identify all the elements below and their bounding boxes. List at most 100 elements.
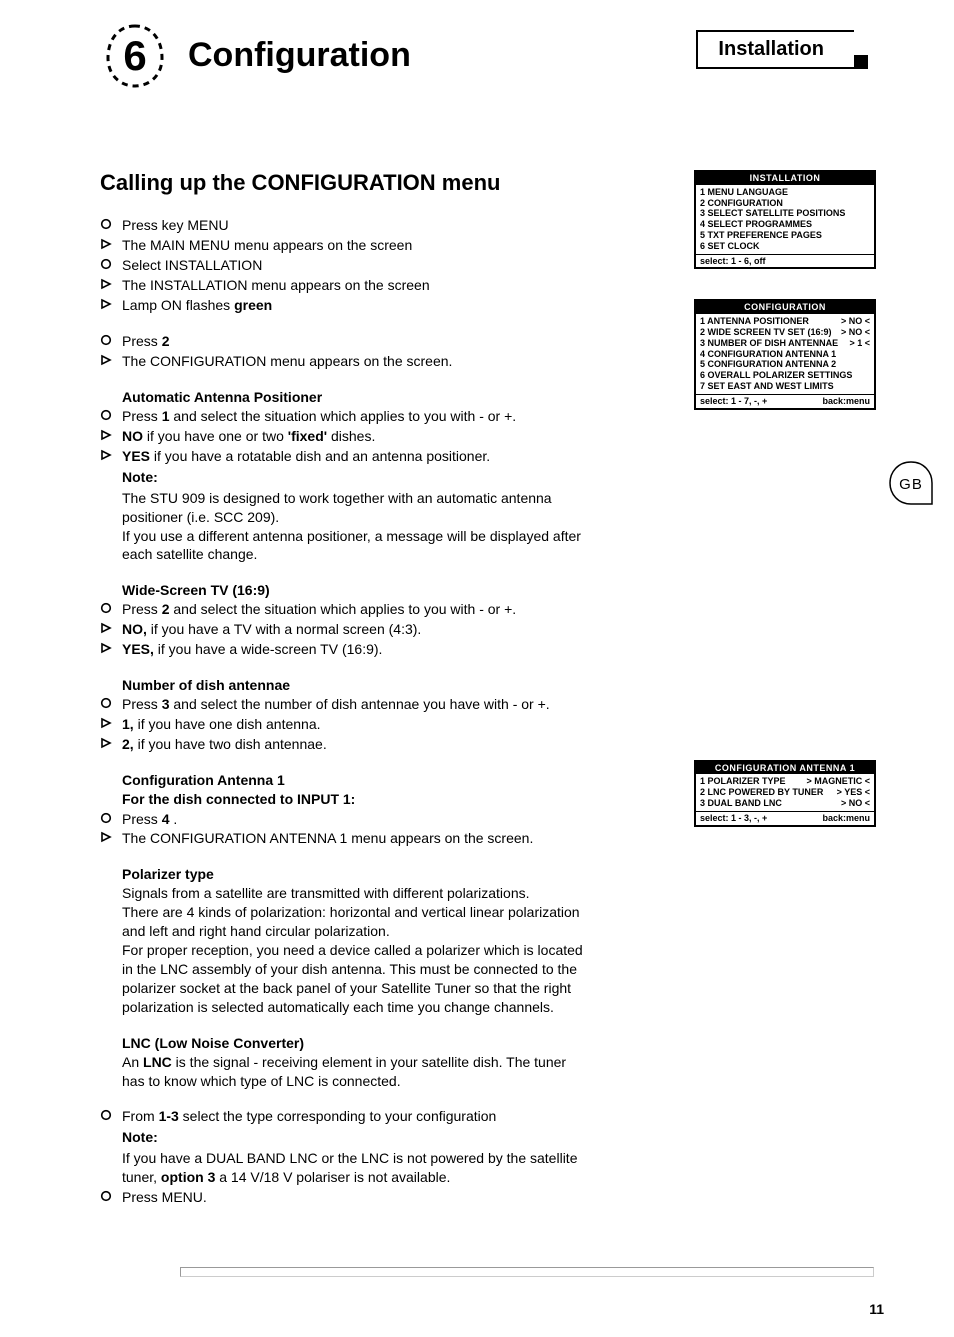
step-text: Lamp ON flashes green — [122, 296, 590, 315]
gb-icon: GB — [888, 460, 934, 506]
conf-ant1-sub: For the dish connected to INPUT 1: — [122, 790, 590, 809]
breadcrumb: Installation — [696, 30, 854, 69]
osd-row: 1 MENU LANGUAGE — [700, 187, 870, 198]
final-note-label: Note: — [122, 1128, 590, 1147]
steps-final: From 1-3 select the type corresponding t… — [100, 1107, 590, 1126]
triangle-icon — [100, 640, 122, 659]
step-line: The CONFIGURATION ANTENNA 1 menu appears… — [100, 829, 590, 848]
steps-auto-ant: Press 1 and select the situation which a… — [100, 407, 590, 466]
triangle-icon — [100, 296, 122, 315]
osd-title: INSTALLATION — [696, 172, 874, 185]
osd-row: 6 SET CLOCK — [700, 241, 870, 252]
step-line: From 1-3 select the type corresponding t… — [100, 1107, 590, 1126]
osd-row: 3 NUMBER OF DISH ANTENNAE> 1 < — [700, 338, 870, 349]
step-line: The INSTALLATION menu appears on the scr… — [100, 276, 590, 295]
step-line: Press key MENU — [100, 216, 590, 235]
note-body: The STU 909 is designed to work together… — [122, 489, 590, 565]
footer-rule — [180, 1267, 874, 1277]
circle-icon — [100, 332, 122, 351]
steps-intro: Press key MENUThe MAIN MENU menu appears… — [100, 216, 590, 314]
step-line: 2, if you have two dish antennae. — [100, 735, 590, 754]
steps-wide: Press 2 and select the situation which a… — [100, 600, 590, 659]
circle-icon — [100, 695, 122, 714]
step-line: Press 1 and select the situation which a… — [100, 407, 590, 426]
triangle-icon — [100, 447, 122, 466]
step-text: 1, if you have one dish antenna. — [122, 715, 590, 734]
circle-icon — [100, 1188, 122, 1207]
step-text: NO if you have one or two 'fixed' dishes… — [122, 427, 590, 446]
section-title: Calling up the CONFIGURATION menu — [100, 170, 590, 196]
step-line: Press 2 and select the situation which a… — [100, 600, 590, 619]
final-note-body: If you have a DUAL BAND LNC or the LNC i… — [122, 1149, 590, 1187]
step-line: 1, if you have one dish antenna. — [100, 715, 590, 734]
osd-row: 2 CONFIGURATION — [700, 198, 870, 209]
step-text: YES if you have a rotatable dish and an … — [122, 447, 590, 466]
step-line: Press 4 . — [100, 810, 590, 829]
chapter-title: Configuration — [188, 36, 411, 75]
subheading-wide: Wide-Screen TV (16:9) — [122, 582, 590, 598]
osd-row: 1 ANTENNA POSITIONER> NO < — [700, 316, 870, 327]
step-text: Press 1 and select the situation which a… — [122, 407, 590, 426]
osd-conf-ant1: CONFIGURATION ANTENNA 11 POLARIZER TYPE>… — [694, 760, 876, 827]
step-line: Lamp ON flashes green — [100, 296, 590, 315]
triangle-icon — [100, 829, 122, 848]
step-text: Press 3 and select the number of dish an… — [122, 695, 590, 714]
step-text: YES, if you have a wide-screen TV (16:9)… — [122, 640, 590, 659]
steps-final2: Press MENU. — [100, 1188, 590, 1207]
steps-conf-ant1: Press 4 .The CONFIGURATION ANTENNA 1 men… — [100, 810, 590, 849]
osd-row: 3 DUAL BAND LNC> NO < — [700, 798, 870, 809]
circle-icon — [100, 216, 122, 235]
subheading-num-dish: Number of dish antennae — [122, 677, 590, 693]
step-line: Press 2 — [100, 332, 590, 351]
chapter-number-icon: 6 — [100, 20, 170, 90]
page-number: 11 — [869, 1301, 884, 1317]
step-text: The INSTALLATION menu appears on the scr… — [122, 276, 590, 295]
step-text: Press 2 — [122, 332, 590, 351]
step-text: From 1-3 select the type corresponding t… — [122, 1107, 590, 1126]
main-column: Calling up the CONFIGURATION menu Press … — [100, 170, 590, 1208]
osd-row: 1 POLARIZER TYPE> MAGNETIC < — [700, 776, 870, 787]
step-line: YES if you have a rotatable dish and an … — [100, 447, 590, 466]
step-line: Press 3 and select the number of dish an… — [100, 695, 590, 714]
subheading-auto-antenna: Automatic Antenna Positioner — [122, 389, 590, 405]
osd-configuration: CONFIGURATION1 ANTENNA POSITIONER> NO <2… — [694, 299, 876, 409]
circle-icon — [100, 407, 122, 426]
side-column: INSTALLATION 1 MENU LANGUAGE2 CONFIGURATI… — [694, 170, 894, 847]
triangle-icon — [100, 352, 122, 371]
subheading-lnc: LNC (Low Noise Converter) — [122, 1035, 590, 1051]
step-line: YES, if you have a wide-screen TV (16:9)… — [100, 640, 590, 659]
steps-num-dish: Press 3 and select the number of dish an… — [100, 695, 590, 754]
svg-text:GB: GB — [899, 476, 923, 493]
osd-row: 6 OVERALL POLARIZER SETTINGS — [700, 370, 870, 381]
osd-row: 2 LNC POWERED BY TUNER> YES < — [700, 787, 870, 798]
svg-text:6: 6 — [123, 32, 146, 79]
step-text: Press key MENU — [122, 216, 590, 235]
osd-footer: select: 1 - 3, -, +back:menu — [696, 811, 874, 825]
step-text: The MAIN MENU menu appears on the screen — [122, 236, 590, 255]
step-line: The MAIN MENU menu appears on the screen — [100, 236, 590, 255]
subheading-polarizer: Polarizer type — [122, 866, 590, 882]
osd-row: 4 CONFIGURATION ANTENNA 1 — [700, 349, 870, 360]
triangle-icon — [100, 620, 122, 639]
osd-title: CONFIGURATION — [696, 301, 874, 314]
step-text: The CONFIGURATION menu appears on the sc… — [122, 352, 590, 371]
osd-row: 5 CONFIGURATION ANTENNA 2 — [700, 359, 870, 370]
circle-icon — [100, 810, 122, 829]
triangle-icon — [100, 276, 122, 295]
step-line: NO, if you have a TV with a normal scree… — [100, 620, 590, 639]
step-line: Press MENU. — [100, 1188, 590, 1207]
step-line: NO if you have one or two 'fixed' dishes… — [100, 427, 590, 446]
circle-icon — [100, 1107, 122, 1126]
osd-row: 4 SELECT PROGRAMMES — [700, 219, 870, 230]
polarizer-body: Signals from a satellite are transmitted… — [122, 884, 590, 1016]
osd-row: 5 TXT PREFERENCE PAGES — [700, 230, 870, 241]
triangle-icon — [100, 236, 122, 255]
step-text: Press 2 and select the situation which a… — [122, 600, 590, 619]
triangle-icon — [100, 735, 122, 754]
osd-installation: INSTALLATION 1 MENU LANGUAGE2 CONFIGURATI… — [694, 170, 876, 269]
step-line: The CONFIGURATION menu appears on the sc… — [100, 352, 590, 371]
subheading-conf-ant1: Configuration Antenna 1 — [122, 772, 590, 788]
triangle-icon — [100, 715, 122, 734]
circle-icon — [100, 600, 122, 619]
step-line: Select INSTALLATION — [100, 256, 590, 275]
